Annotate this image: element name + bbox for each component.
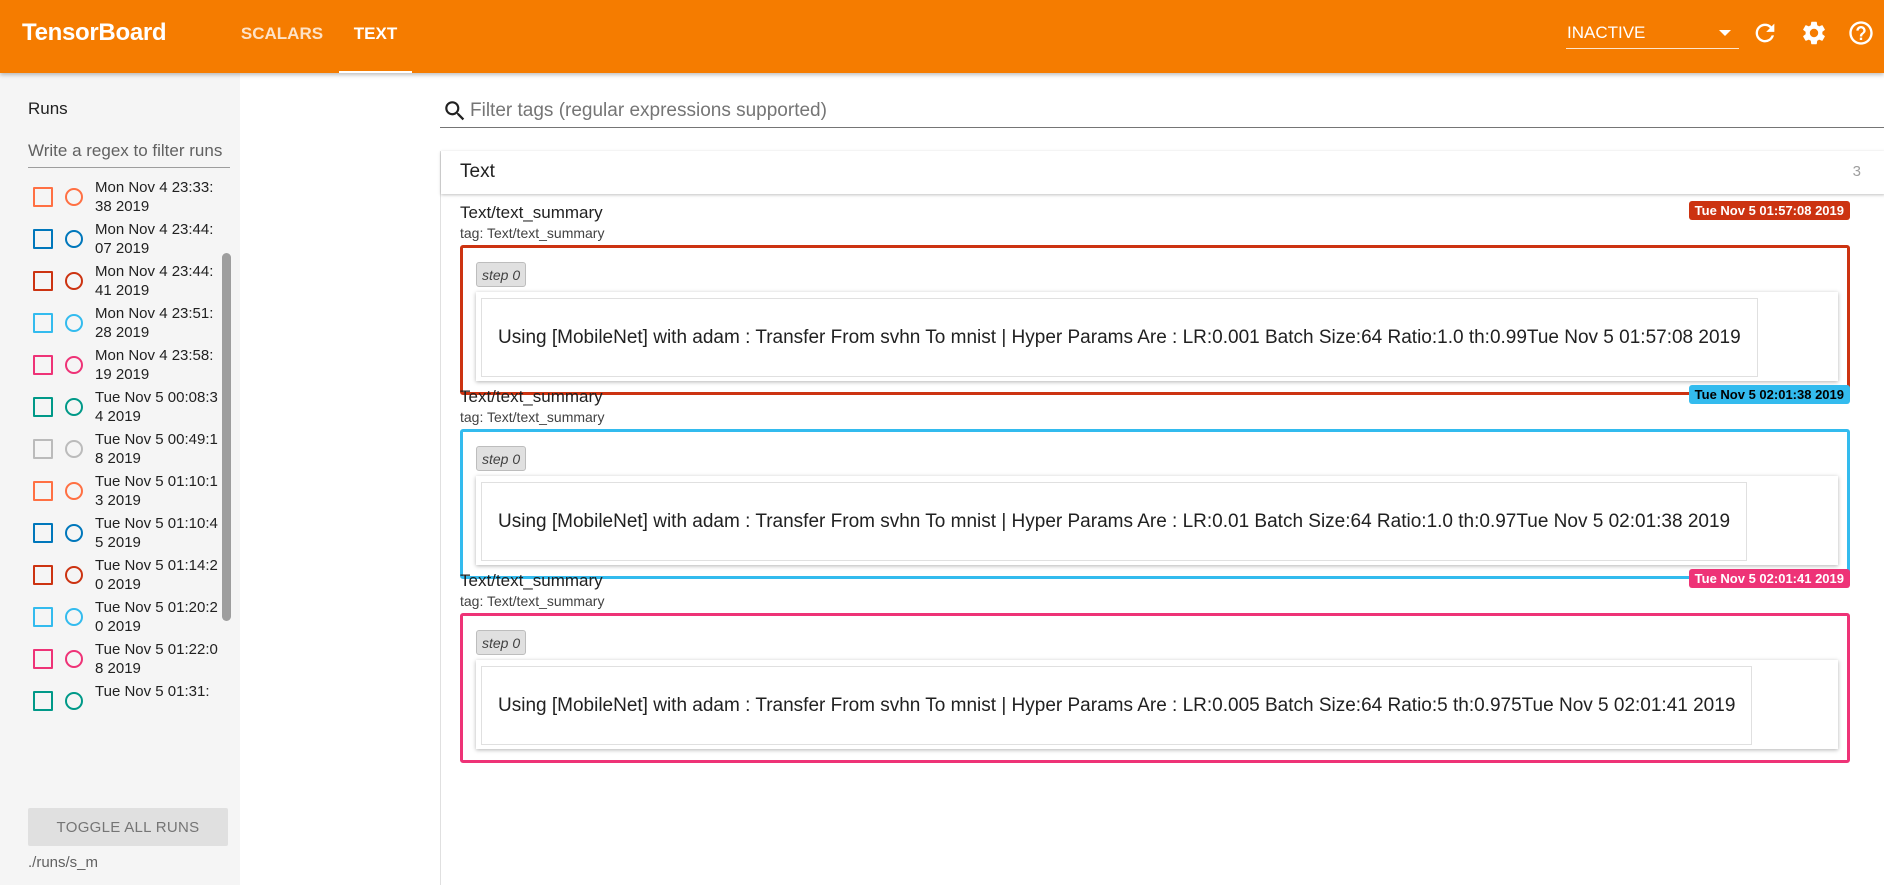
- run-checkbox[interactable]: [33, 481, 53, 501]
- text-entry-content: Using [MobileNet] with adam : Transfer F…: [481, 666, 1753, 745]
- run-checkbox[interactable]: [33, 523, 53, 543]
- run-label: Tue Nov 5 01:31:: [95, 683, 210, 700]
- run-checkbox[interactable]: [33, 229, 53, 249]
- run-badge: Tue Nov 5 01:57:08 2019: [1688, 201, 1850, 220]
- run-radio-button[interactable]: [65, 188, 83, 206]
- text-entry-card: Using [MobileNet] with adam : Transfer F…: [476, 476, 1838, 565]
- card-tag: tag: Text/text_summary: [460, 409, 605, 425]
- app-brand: TensorBoard: [22, 19, 167, 46]
- category-title: Text: [460, 161, 495, 182]
- text-entry-content: Using [MobileNet] with adam : Transfer F…: [481, 482, 1748, 561]
- category-header[interactable]: Text 3: [441, 151, 1884, 194]
- text-category: Text 3 Text/text_summary tag: Text/text_s…: [440, 151, 1884, 885]
- search-icon: [445, 101, 465, 121]
- run-checkbox[interactable]: [33, 439, 53, 459]
- run-radio-button[interactable]: [65, 314, 83, 332]
- run-label: Tue Nov 5 01:20:20 2019: [95, 599, 218, 635]
- refresh-button[interactable]: [1751, 19, 1779, 47]
- run-radio-button[interactable]: [65, 608, 83, 626]
- tag-filter: [440, 95, 1884, 128]
- run-checkbox[interactable]: [33, 313, 53, 333]
- card-title: Text/text_summary: [460, 571, 603, 590]
- run-label: Tue Nov 5 01:10:45 2019: [95, 515, 218, 551]
- top-toolbar: TensorBoard SCALARS TEXT INACTIVE: [0, 0, 1884, 73]
- run-radio-button[interactable]: [65, 524, 83, 542]
- chevron-down-icon: [1719, 30, 1731, 36]
- help-button[interactable]: [1847, 19, 1875, 47]
- run-item[interactable]: Tue Nov 5 01:31:: [28, 682, 218, 732]
- text-summary-card: Text/text_summary tag: Text/text_summary T…: [460, 201, 1850, 413]
- run-radio-button[interactable]: [65, 692, 83, 710]
- run-label: Tue Nov 5 00:08:34 2019: [95, 389, 218, 425]
- help-icon: [1849, 21, 1873, 45]
- run-label: Mon Nov 4 23:33:38 2019: [95, 179, 214, 215]
- run-radio-button[interactable]: [65, 230, 83, 248]
- run-checkbox[interactable]: [33, 355, 53, 375]
- reload-dropdown-value: INACTIVE: [1567, 23, 1646, 42]
- tag-filter-input[interactable]: [470, 97, 1870, 125]
- run-frame: step 0 Using [MobileNet] with adam : Tran…: [460, 429, 1850, 579]
- run-label: Mon Nov 4 23:58:19 2019: [95, 347, 214, 383]
- run-radio-button[interactable]: [65, 566, 83, 584]
- run-label: Mon Nov 4 23:44:07 2019: [95, 221, 214, 257]
- toggle-all-runs-button[interactable]: TOGGLE ALL RUNS: [28, 808, 228, 846]
- text-summary-card: Text/text_summary tag: Text/text_summary T…: [460, 569, 1850, 781]
- run-label: Tue Nov 5 01:10:13 2019: [95, 473, 218, 509]
- run-radio-button[interactable]: [65, 440, 83, 458]
- step-chip: step 0: [476, 262, 527, 287]
- run-list: Mon Nov 4 23:33:38 2019 Mon Nov 4 23:44:0…: [28, 178, 218, 878]
- run-checkbox[interactable]: [33, 187, 53, 207]
- run-checkbox[interactable]: [33, 691, 53, 711]
- run-label: Tue Nov 5 01:22:08 2019: [95, 641, 218, 677]
- settings-button[interactable]: [1800, 19, 1828, 47]
- settings-icon: [1803, 21, 1825, 45]
- text-entry-card: Using [MobileNet] with adam : Transfer F…: [476, 292, 1838, 381]
- run-frame: step 0 Using [MobileNet] with adam : Tran…: [460, 613, 1850, 763]
- main-pane: Text 3 Text/text_summary tag: Text/text_s…: [240, 73, 1884, 885]
- run-badge: Tue Nov 5 02:01:41 2019: [1688, 569, 1850, 588]
- run-frame: step 0 Using [MobileNet] with adam : Tran…: [460, 245, 1850, 395]
- run-label: Mon Nov 4 23:44:41 2019: [95, 263, 214, 299]
- run-radio-button[interactable]: [65, 650, 83, 668]
- run-label: Tue Nov 5 00:49:18 2019: [95, 431, 218, 467]
- logdir-path: ./runs/s_m: [28, 854, 99, 871]
- run-radio-button[interactable]: [65, 272, 83, 290]
- run-checkbox[interactable]: [33, 271, 53, 291]
- run-radio-button[interactable]: [65, 482, 83, 500]
- category-count: 3: [1852, 163, 1861, 180]
- card-tag: tag: Text/text_summary: [460, 593, 605, 609]
- run-radio-button[interactable]: [65, 398, 83, 416]
- run-checkbox[interactable]: [33, 607, 53, 627]
- card-title: Text/text_summary: [460, 203, 603, 222]
- card-title: Text/text_summary: [460, 387, 603, 406]
- step-chip: step 0: [476, 446, 527, 471]
- tab-scalars[interactable]: SCALARS: [228, 0, 336, 73]
- refresh-icon: [1755, 23, 1775, 43]
- run-label: Tue Nov 5 01:14:20 2019: [95, 557, 218, 593]
- card-tag: tag: Text/text_summary: [460, 225, 605, 241]
- runs-filter-input[interactable]: [28, 138, 230, 168]
- step-chip: step 0: [476, 630, 527, 655]
- runs-title: Runs: [28, 99, 68, 118]
- run-list-scrollbar[interactable]: [222, 253, 231, 621]
- text-entry-content: Using [MobileNet] with adam : Transfer F…: [481, 298, 1758, 377]
- tab-text[interactable]: TEXT: [339, 0, 412, 73]
- run-checkbox[interactable]: [33, 649, 53, 669]
- run-checkbox[interactable]: [33, 397, 53, 417]
- runs-sidebar: Runs Mon Nov 4 23:33:38 2019Mon Nov 4 23…: [0, 73, 240, 885]
- reload-dropdown[interactable]: INACTIVE: [1566, 20, 1739, 49]
- text-summary-card: Text/text_summary tag: Text/text_summary T…: [460, 385, 1850, 597]
- run-label: Mon Nov 4 23:51:28 2019: [95, 305, 214, 341]
- run-checkbox[interactable]: [33, 565, 53, 585]
- text-entry-card: Using [MobileNet] with adam : Transfer F…: [476, 660, 1838, 749]
- run-radio-button[interactable]: [65, 356, 83, 374]
- run-badge: Tue Nov 5 02:01:38 2019: [1688, 385, 1850, 404]
